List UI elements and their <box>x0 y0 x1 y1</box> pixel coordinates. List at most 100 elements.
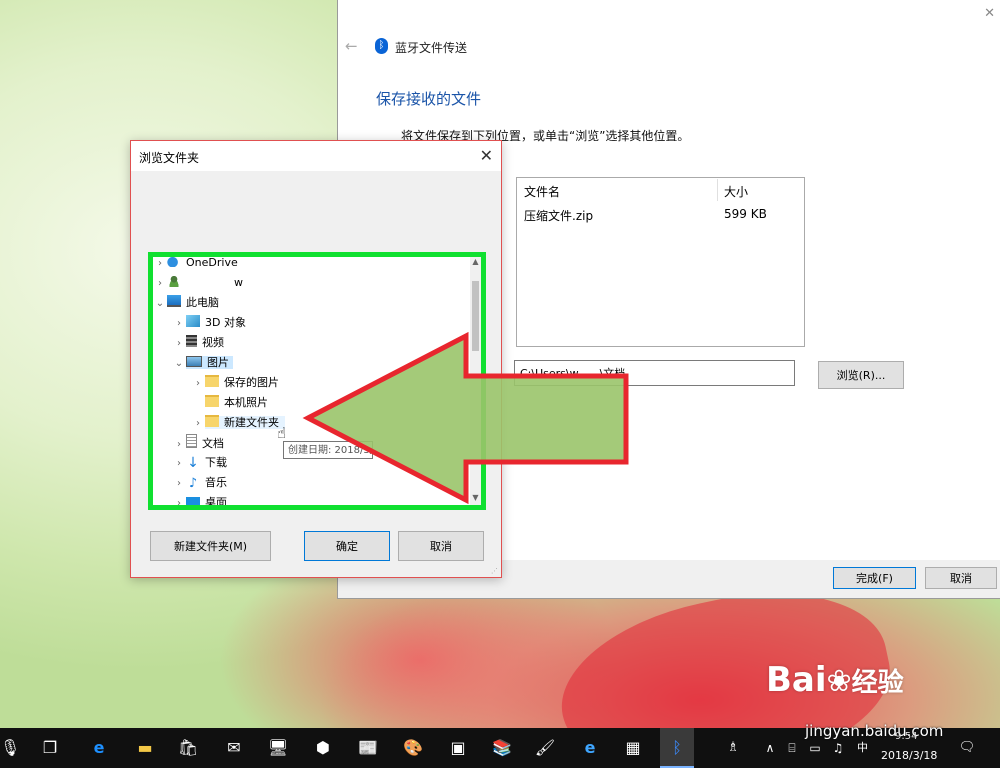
cloud-icon <box>167 257 181 267</box>
tree-item-label: 图片 <box>207 356 229 369</box>
column-header-size[interactable]: 大小 <box>724 183 748 200</box>
arrow-shape <box>302 331 629 505</box>
folder-icon <box>205 415 219 427</box>
tree-item-label: w <box>234 276 243 289</box>
microphone-icon[interactable]: 🎙 <box>0 736 20 760</box>
file-list-header: 文件名 大小 <box>517 178 804 202</box>
bluetooth-icon: ᛒ <box>672 738 682 757</box>
media-app-icon[interactable]: ▣ <box>446 736 470 760</box>
chevron-right-icon[interactable]: › <box>172 495 186 505</box>
tree-item-videos[interactable]: › 视频 <box>172 334 224 352</box>
tree-item-label: 保存的图片 <box>224 376 279 389</box>
ok-button[interactable]: 确定 <box>304 531 390 561</box>
music-icon: ♪ <box>188 476 198 491</box>
chevron-right-icon[interactable]: › <box>153 257 167 273</box>
chevron-right-icon[interactable]: › <box>191 415 205 433</box>
clock-time[interactable]: 9:54 <box>895 731 917 742</box>
pictures-icon <box>186 356 202 367</box>
chevron-right-icon[interactable]: › <box>172 315 186 333</box>
browse-button[interactable]: 浏览(R)... <box>818 361 904 389</box>
chevron-down-icon[interactable]: ⌄ <box>172 355 186 373</box>
document-app-icon[interactable]: 📰 <box>356 736 380 760</box>
tree-item-label: 本机照片 <box>224 396 268 409</box>
network-icon[interactable]: ⌸ <box>780 736 804 760</box>
user-icon <box>167 275 181 287</box>
chevron-up-icon[interactable]: ∧ <box>758 736 782 760</box>
watermark-logo-text: Bai <box>766 660 827 700</box>
bluetooth-icon: ᛒ <box>375 38 388 54</box>
computer-app-icon[interactable]: 🖥 <box>266 736 290 760</box>
active-taskbar-item[interactable]: ᛒ <box>660 728 694 768</box>
selected-item-background: 图片 <box>186 356 233 369</box>
page-heading: 保存接收的文件 <box>376 90 482 108</box>
paw-icon: ❀ <box>826 664 852 699</box>
tree-item-label: 视频 <box>202 336 224 349</box>
new-folder-button[interactable]: 新建文件夹(M) <box>150 531 271 561</box>
chevron-right-icon[interactable]: › <box>172 475 186 493</box>
task-view-icon[interactable]: ❐ <box>38 736 62 760</box>
tree-item-onedrive[interactable]: › OneDrive <box>153 257 238 272</box>
resize-grip-icon[interactable]: ⋰ <box>491 567 499 575</box>
column-divider[interactable] <box>717 179 718 201</box>
chevron-down-icon[interactable]: ⌄ <box>153 295 167 313</box>
desktop-icon <box>186 497 200 505</box>
paint-palette-icon[interactable]: 🖌 <box>533 736 557 760</box>
tree-item-label: 桌面 <box>205 496 227 505</box>
tree-item-label: 此电脑 <box>186 296 219 309</box>
file-name-cell[interactable]: 压缩文件.zip <box>524 207 593 224</box>
tree-item-new-folder[interactable]: › 新建文件夹 <box>191 414 285 432</box>
file-size-cell: 599 KB <box>724 207 767 221</box>
back-arrow-icon[interactable]: ← <box>345 37 358 55</box>
clock-date[interactable]: 2018/3/18 <box>881 749 937 762</box>
file-explorer-icon[interactable]: ▬ <box>133 736 157 760</box>
tree-item-camera-roll[interactable]: 本机照片 <box>191 394 268 412</box>
watermark-logo-suffix: 经验 <box>851 668 904 698</box>
tree-item-user[interactable]: › w <box>153 274 243 292</box>
mail-icon[interactable]: ✉ <box>222 736 246 760</box>
column-header-name[interactable]: 文件名 <box>524 183 560 200</box>
dialog-title: 浏览文件夹 <box>139 151 200 165</box>
window-title: 蓝牙文件传送 <box>395 41 468 55</box>
tree-item-label: 3D 对象 <box>205 316 246 329</box>
close-icon[interactable]: ✕ <box>984 6 995 21</box>
paint-icon[interactable]: 🎨 <box>401 736 425 760</box>
store-icon[interactable]: 🛍 <box>176 736 200 760</box>
tree-item-label: 新建文件夹 <box>224 416 279 429</box>
download-icon: ↓ <box>187 455 199 471</box>
internet-explorer-icon[interactable]: e <box>578 736 602 760</box>
close-icon[interactable]: ✕ <box>480 146 493 165</box>
tree-item-label: 音乐 <box>205 476 227 489</box>
books-app-icon[interactable]: 📚 <box>490 736 514 760</box>
scroll-up-icon[interactable]: ▲ <box>470 257 481 269</box>
calculator-icon[interactable]: ▦ <box>621 736 645 760</box>
finish-button[interactable]: 完成(F) <box>833 567 916 589</box>
hand-cursor-icon: ☝ <box>277 424 287 442</box>
tree-item-label: OneDrive <box>186 257 238 269</box>
tree-item-pictures[interactable]: ⌄ 图片 <box>172 354 233 372</box>
tree-item-music[interactable]: › ♪ 音乐 <box>172 474 227 492</box>
tree-item-downloads[interactable]: › ↓ 下载 <box>172 454 227 472</box>
chevron-right-icon[interactable]: › <box>191 375 205 393</box>
dialog-cancel-button[interactable]: 取消 <box>398 531 484 561</box>
cancel-button[interactable]: 取消 <box>925 567 997 589</box>
hovered-item-background: 新建文件夹 <box>205 415 285 429</box>
tree-item-3d-objects[interactable]: › 3D 对象 <box>172 314 246 332</box>
computer-icon <box>167 295 181 307</box>
people-icon[interactable]: ♗ <box>721 736 745 760</box>
edge-browser-icon[interactable]: e <box>87 736 111 760</box>
chevron-right-icon[interactable]: › <box>153 275 167 293</box>
watermark-url: jingyan.baidu.com <box>805 722 944 740</box>
notification-icon[interactable]: 🗨 <box>955 736 979 760</box>
chevron-right-icon[interactable]: › <box>172 335 186 353</box>
dialog-titlebar[interactable]: 浏览文件夹 ✕ <box>131 141 501 171</box>
tree-item-saved-pictures[interactable]: › 保存的图片 <box>191 374 279 392</box>
tree-item-documents[interactable]: › 文档 <box>172 434 224 452</box>
chevron-right-icon[interactable]: › <box>172 455 186 473</box>
tree-item-label: 文档 <box>202 437 224 450</box>
video-icon <box>186 335 197 347</box>
tree-item-this-pc[interactable]: ⌄ 此电脑 <box>153 294 219 312</box>
app-icon[interactable]: ⬢ <box>311 736 335 760</box>
taskbar: 🎙 ❐ e ▬ 🛍 ✉ 🖥 ⬢ 📰 🎨 ▣ 📚 🖌 e ▦ ᛒ ♗ ∧ ⌸ ▭ … <box>0 722 1000 768</box>
tree-item-desktop[interactable]: › 桌面 <box>172 494 227 505</box>
chevron-right-icon[interactable]: › <box>172 436 186 454</box>
